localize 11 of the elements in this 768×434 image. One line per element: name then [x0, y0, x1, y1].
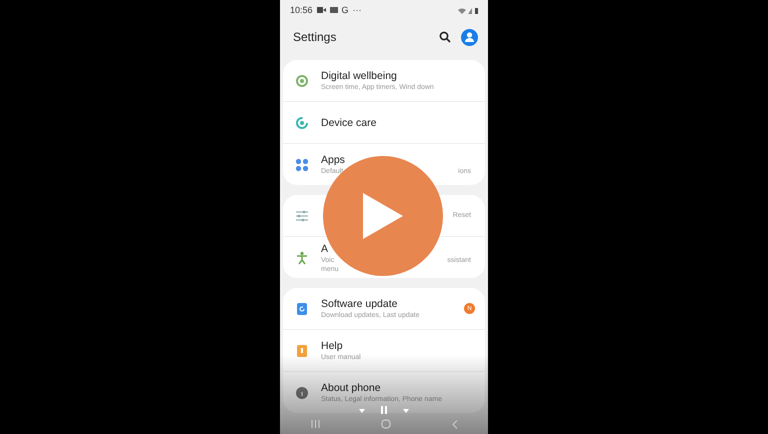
notification-letter: G [342, 5, 349, 15]
row-title: About phone [321, 382, 382, 394]
page-title: Settings [293, 30, 338, 44]
row-title: Device care [321, 116, 378, 128]
row-title: Help [321, 340, 344, 352]
status-time: 10:56 [290, 5, 313, 15]
more-notifications: ··· [352, 5, 363, 15]
row-title: Software update [321, 298, 398, 310]
row-title: Digital wellbeing [321, 70, 398, 82]
row-title: Apps [321, 154, 346, 166]
row-title: A [321, 242, 330, 254]
